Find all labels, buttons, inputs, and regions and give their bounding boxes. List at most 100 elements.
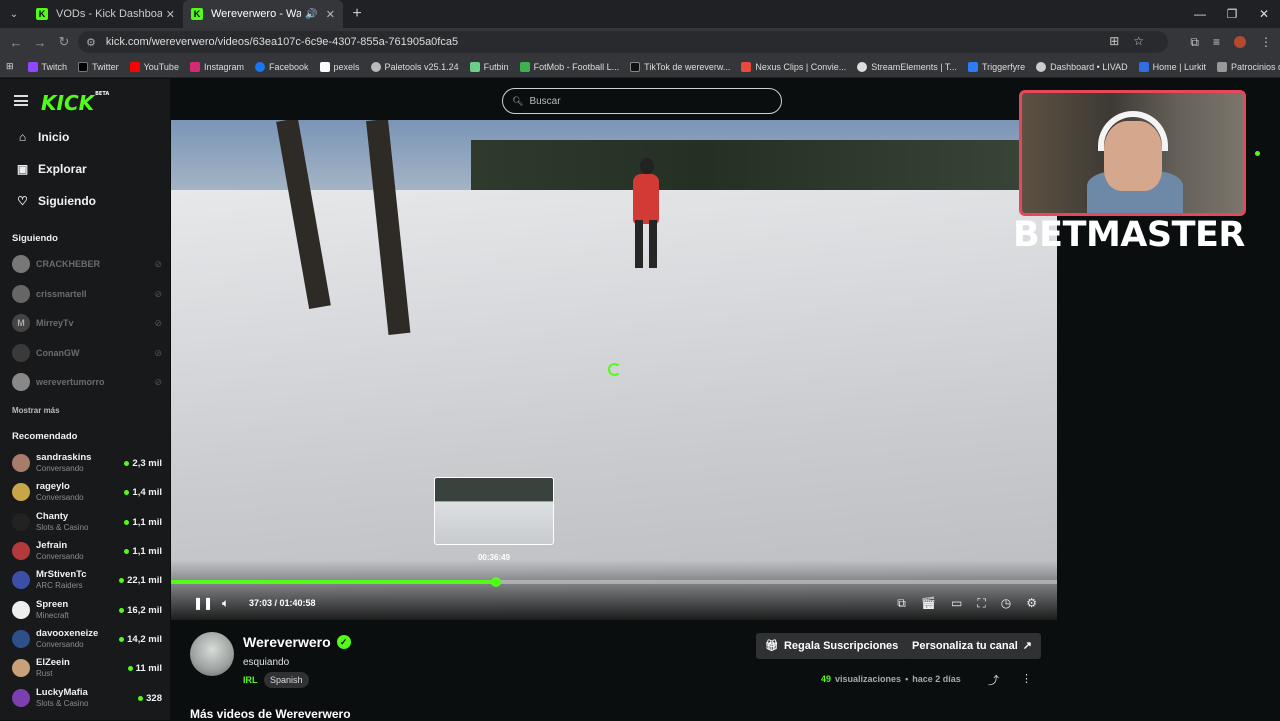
channel-avatar[interactable] [190, 632, 234, 676]
kick-logo[interactable]: KICKBETA [41, 91, 109, 115]
bookmark-triggerfyre[interactable]: Triggerfyre [967, 61, 1025, 72]
browser-tab[interactable]: K VODs - Kick Dashboard ✕ [28, 0, 183, 28]
translate-bookmark-icons[interactable]: ⊞☆ [1109, 34, 1158, 48]
volume-icon[interactable]: 🔈︎ [222, 596, 229, 611]
bookmark-instagram[interactable]: Instagram [189, 61, 244, 72]
bookmark-paletools[interactable]: Paletools v25.1.24 [370, 61, 459, 72]
tab-close-icon[interactable]: ✕ [166, 8, 175, 21]
tab-search-icon[interactable]: ⌄ [0, 0, 28, 28]
live-dot-icon [138, 695, 144, 701]
video-player[interactable]: 00:36:49 ❚❚ 🔈︎ 37:03 / 01:40:58 ⧉ 🎬︎ ▭ ⛶… [171, 120, 1057, 620]
back-icon[interactable]: ← [4, 35, 28, 50]
bookmark-livad[interactable]: Dashboard • LIVAD [1036, 61, 1128, 72]
recommended-item[interactable]: MrStivenTc ARC Raiders 22,1 mil [12, 566, 162, 594]
live-dot-icon [127, 665, 133, 671]
minimize-icon[interactable]: — [1184, 0, 1216, 28]
search-icon: 🔍︎ [512, 95, 524, 106]
browser-tab-active[interactable]: K Wereverwero - Watch the V 🔊 ✕ [183, 0, 343, 28]
profile-avatar[interactable] [1234, 36, 1246, 48]
nav-siguiendo[interactable]: ♡ Siguiendo [16, 194, 96, 208]
bookmark-twitch[interactable]: Twitch [27, 61, 67, 72]
bookmark-futbin[interactable]: Futbin [469, 61, 509, 72]
video-frame-skier [649, 220, 657, 268]
following-item[interactable]: CRACKHEBER ⊘ [12, 254, 162, 274]
theater-mode-icon[interactable]: ▭ [951, 596, 962, 611]
pause-button[interactable]: ❚❚ [193, 596, 213, 610]
nav-inicio[interactable]: ⌂ Inicio [16, 130, 69, 144]
share-icon[interactable]: ⤴ [988, 672, 999, 688]
heart-icon: ♡ [17, 194, 28, 208]
recommended-item[interactable]: Chanty Slots & Casino 1,1 mil [12, 508, 162, 536]
customize-channel-button[interactable]: Personaliza tu canal ↗ [903, 633, 1041, 659]
hamburger-menu-icon[interactable] [14, 95, 28, 106]
following-item[interactable]: ConanGW ⊘ [12, 343, 162, 363]
settings-gear-icon[interactable]: ⚙ [1026, 596, 1037, 611]
sponsor-overlay-text: BETMASTER [1013, 215, 1245, 255]
bookmark-nexus-clips[interactable]: Nexus Clips | Convie... [741, 61, 846, 72]
avatar [12, 571, 30, 589]
forward-icon[interactable]: → [28, 35, 52, 50]
progress-bar[interactable] [171, 577, 1057, 587]
live-dot-icon [119, 577, 125, 583]
bookmark-twitter[interactable]: Twitter [78, 61, 119, 72]
new-tab-button[interactable]: + [343, 5, 371, 23]
clip-icon[interactable]: 🎬︎ [921, 596, 936, 611]
miniplayer-icon[interactable]: ⧉ [897, 596, 906, 611]
bookmark-fotmob[interactable]: FotMob - Football L... [519, 61, 619, 72]
following-item[interactable]: M MirreyTv ⊘ [12, 313, 162, 333]
offline-icon: ⊘ [154, 376, 162, 387]
address-bar-row: ← → ↻ ⚙ kick.com/wereverwero/videos/63ea… [0, 28, 1280, 56]
apps-icon[interactable]: ⊞ [6, 61, 14, 72]
following-item[interactable]: crissmartell ⊘ [12, 284, 162, 304]
avatar [12, 344, 30, 362]
more-options-icon[interactable]: ⋮ [1021, 672, 1032, 685]
fullscreen-icon[interactable]: ⛶ [977, 596, 985, 611]
gift-subs-button[interactable]: 🎁︎ Regala Suscripciones [756, 633, 908, 659]
speaker-icon[interactable]: 🔊 [305, 9, 317, 20]
extensions-area: ⧉ ≡ ⋮ [1190, 28, 1272, 56]
bookmark-lurkit[interactable]: Home | Lurkit [1138, 61, 1206, 72]
playback-speed-icon[interactable]: ◷ [1001, 596, 1011, 611]
following-item[interactable]: werevertumorro ⊘ [12, 372, 162, 392]
following-heading: Siguiendo [12, 233, 58, 244]
seek-preview-thumbnail [434, 477, 554, 545]
channel-name[interactable]: Wereverwero ✓ [243, 634, 351, 650]
category-link[interactable]: IRL [243, 675, 258, 685]
live-dot-icon [124, 489, 130, 495]
recommended-item[interactable]: rageylo Conversando 1,4 mil [12, 478, 162, 506]
recommended-item[interactable]: sandraskins Conversando 2,3 mil [12, 449, 162, 477]
offline-icon: ⊘ [154, 288, 162, 299]
recommended-item[interactable]: Spreen Minecraft 16,2 mil [12, 596, 162, 624]
extensions-icon[interactable]: ⧉ [1190, 35, 1199, 50]
recommended-item[interactable]: ElZeein Rust 11 mil [12, 654, 162, 682]
live-dot-icon [119, 607, 125, 613]
bookmark-tiktok[interactable]: TikTok de wereverw... [630, 61, 730, 72]
url-field[interactable]: ⚙ kick.com/wereverwero/videos/63ea107c-6… [78, 31, 1168, 53]
webcam-overlay [1019, 90, 1246, 216]
close-window-icon[interactable]: ✕ [1248, 0, 1280, 28]
tab-close-icon[interactable]: ✕ [326, 8, 335, 21]
restore-icon[interactable]: ❐ [1216, 0, 1248, 28]
bookmark-facebook[interactable]: Facebook [254, 61, 309, 72]
language-tag[interactable]: Spanish [264, 672, 309, 688]
controls-gradient [171, 560, 1057, 620]
bookmark-pexels[interactable]: pexels [319, 61, 360, 72]
bookmark-patrocinios[interactable]: Patrocinios disponib... [1217, 61, 1280, 72]
menu-kebab-icon[interactable]: ⋮ [1260, 35, 1272, 49]
reload-icon[interactable]: ↻ [52, 34, 76, 50]
kick-page: KICKBETA ⌂ Inicio ▣ Explorar ♡ Siguiendo Si… [0, 79, 1280, 721]
search-input[interactable]: 🔍︎ Buscar [502, 88, 782, 114]
recommended-item[interactable]: Jefrain Conversando 1,1 mil [12, 537, 162, 565]
media-icon[interactable]: ≡ [1213, 35, 1220, 49]
bookmark-youtube[interactable]: YouTube [129, 61, 179, 72]
home-icon: ⌂ [18, 130, 27, 144]
recommended-item[interactable]: davooxeneize Conversando 14,2 mil [12, 625, 162, 653]
bookmark-streamelements[interactable]: StreamElements | T... [857, 61, 957, 72]
live-dot-icon [119, 636, 125, 642]
nav-explorar[interactable]: ▣ Explorar [16, 162, 87, 176]
site-info-icon[interactable]: ⚙ [86, 36, 96, 49]
webcam-headphones [1098, 111, 1168, 151]
recommended-item[interactable]: LuckyMafia Slots & Casino 328 [12, 684, 162, 712]
show-more-link[interactable]: Mostrar más [12, 406, 60, 415]
avatar [12, 285, 30, 303]
